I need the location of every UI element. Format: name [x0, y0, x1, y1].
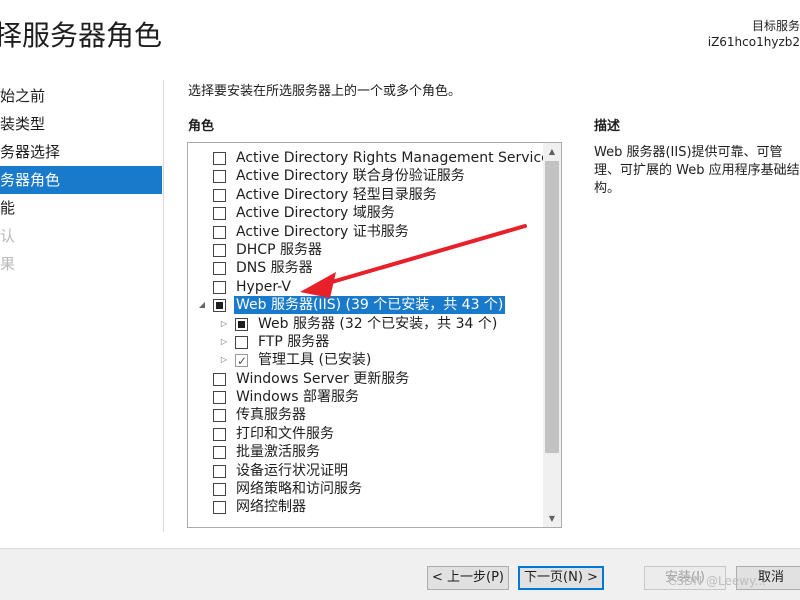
role-item[interactable]: Active Directory 域服务	[188, 204, 544, 222]
role-label: Web 服务器 (32 个已安装，共 34 个)	[258, 315, 498, 332]
role-checkbox[interactable]	[213, 501, 226, 515]
role-checkbox[interactable]	[235, 317, 248, 331]
role-label: 管理工具 (已安装)	[258, 352, 372, 369]
triangle-right-icon[interactable]: ▷	[218, 333, 230, 351]
role-item[interactable]: DHCP 服务器	[188, 241, 544, 259]
roles-list: Active Directory Rights Management Servi…	[188, 149, 557, 517]
role-label: FTP 服务器	[258, 333, 330, 350]
role-item[interactable]: ▷ Web 服务器 (32 个已安装，共 34 个)	[188, 315, 544, 333]
role-item[interactable]: Active Directory 联合身份验证服务	[188, 167, 544, 185]
role-label: DHCP 服务器	[236, 241, 322, 258]
role-item[interactable]: Active Directory 轻型目录服务	[188, 186, 544, 204]
description-text: Web 服务器(IIS)提供可靠、可管理、可扩展的 Web 应用程序基础结构。	[594, 145, 800, 196]
role-checkbox[interactable]	[235, 352, 248, 370]
role-label: 设备运行状况证明	[236, 462, 348, 479]
role-checkbox[interactable]	[213, 170, 226, 184]
role-label: Active Directory 轻型目录服务	[236, 186, 437, 203]
next-button[interactable]: 下一页(N) >	[518, 566, 604, 590]
role-checkbox[interactable]	[213, 243, 226, 257]
role-label: Web 服务器(IIS) (39 个已安装，共 43 个)	[234, 296, 506, 315]
target-server-info: 目标服务 iZ61hco1hyzb2	[708, 18, 800, 50]
role-label: 传真服务器	[236, 407, 306, 424]
nav-item-confirmation: 认	[0, 227, 16, 245]
role-label: Windows Server 更新服务	[236, 370, 410, 387]
previous-button[interactable]: < 上一步(P)	[427, 566, 509, 590]
role-item[interactable]: 打印和文件服务	[188, 425, 544, 443]
role-item[interactable]: Active Directory 证书服务	[188, 223, 544, 241]
triangle-right-icon[interactable]: ▷	[218, 351, 230, 369]
role-checkbox[interactable]	[213, 372, 226, 386]
role-item[interactable]: 批量激活服务	[188, 443, 544, 461]
role-label: Hyper-V	[236, 278, 291, 295]
triangle-down-icon[interactable]: ◢	[196, 296, 208, 314]
scroll-down-icon[interactable]: ▼	[543, 510, 561, 527]
role-checkbox[interactable]	[213, 299, 226, 313]
role-label: Windows 部署服务	[236, 389, 359, 406]
role-item[interactable]: Windows Server 更新服务	[188, 370, 544, 388]
scroll-up-icon[interactable]: ▲	[543, 143, 561, 160]
roles-scrollbar[interactable]: ▲ ▼	[543, 143, 561, 527]
role-checkbox[interactable]	[235, 335, 248, 349]
role-label: Active Directory 域服务	[236, 205, 395, 222]
role-item[interactable]: 网络策略和访问服务	[188, 480, 544, 498]
role-item[interactable]: ◢ Web 服务器(IIS) (39 个已安装，共 43 个)	[188, 296, 544, 315]
wizard-nav: 始之前 装类型 务器选择 务器角色 能 认 果	[0, 82, 162, 278]
role-checkbox[interactable]	[213, 483, 226, 497]
role-checkbox[interactable]	[213, 446, 226, 460]
role-checkbox[interactable]	[213, 207, 226, 221]
role-label: 网络策略和访问服务	[236, 481, 362, 498]
nav-item-installation-type[interactable]: 装类型	[0, 110, 162, 138]
scroll-thumb[interactable]	[545, 161, 559, 453]
role-checkbox[interactable]	[213, 225, 226, 239]
role-label: DNS 服务器	[236, 260, 313, 277]
role-label: 网络控制器	[236, 499, 306, 516]
role-item[interactable]: Windows 部署服务	[188, 388, 544, 406]
nav-item-before-you-begin[interactable]: 始之前	[0, 82, 162, 110]
target-server-name: iZ61hco1hyzb2	[707, 35, 800, 49]
role-checkbox[interactable]	[213, 262, 226, 276]
role-checkbox[interactable]	[213, 464, 226, 478]
role-item[interactable]: Active Directory Rights Management Servi…	[188, 149, 557, 167]
nav-item-features[interactable]: 能	[0, 194, 162, 222]
role-label: Active Directory Rights Management Servi…	[236, 150, 558, 166]
role-checkbox[interactable]	[213, 152, 226, 165]
nav-item-server-roles[interactable]: 务器角色	[0, 166, 162, 194]
nav-item-results: 果	[0, 255, 16, 273]
role-checkbox[interactable]	[213, 188, 226, 202]
role-label: Active Directory 联合身份验证服务	[236, 168, 465, 185]
instruction-text: 选择要安装在所选服务器上的一个或多个角色。	[188, 84, 462, 99]
description-heading: 描述	[594, 119, 621, 134]
role-checkbox[interactable]	[213, 427, 226, 441]
role-item[interactable]: ▷ 管理工具 (已安装)	[188, 351, 544, 370]
role-checkbox[interactable]	[213, 391, 226, 405]
nav-item-server-selection[interactable]: 务器选择	[0, 138, 162, 166]
role-item[interactable]: 设备运行状况证明	[188, 462, 544, 480]
watermark: CSDN @Leewy...	[668, 574, 766, 588]
role-item[interactable]: ▷ FTP 服务器	[188, 333, 544, 351]
role-label: 打印和文件服务	[236, 425, 334, 442]
role-label: 批量激活服务	[236, 444, 320, 461]
role-item[interactable]: DNS 服务器	[188, 259, 544, 277]
role-label: Active Directory 证书服务	[236, 223, 409, 240]
page-title: 择服务器角色	[0, 19, 163, 52]
roles-tree[interactable]: Active Directory Rights Management Servi…	[187, 142, 562, 528]
role-item[interactable]: Hyper-V	[188, 278, 544, 296]
role-item[interactable]: 网络控制器	[188, 498, 544, 516]
role-checkbox[interactable]	[213, 280, 226, 294]
nav-divider	[163, 80, 164, 532]
roles-heading: 角色	[188, 119, 215, 134]
triangle-right-icon[interactable]: ▷	[218, 315, 230, 333]
role-item[interactable]: 传真服务器	[188, 406, 544, 424]
target-server-label: 目标服务	[751, 19, 800, 33]
role-checkbox[interactable]	[213, 409, 226, 423]
